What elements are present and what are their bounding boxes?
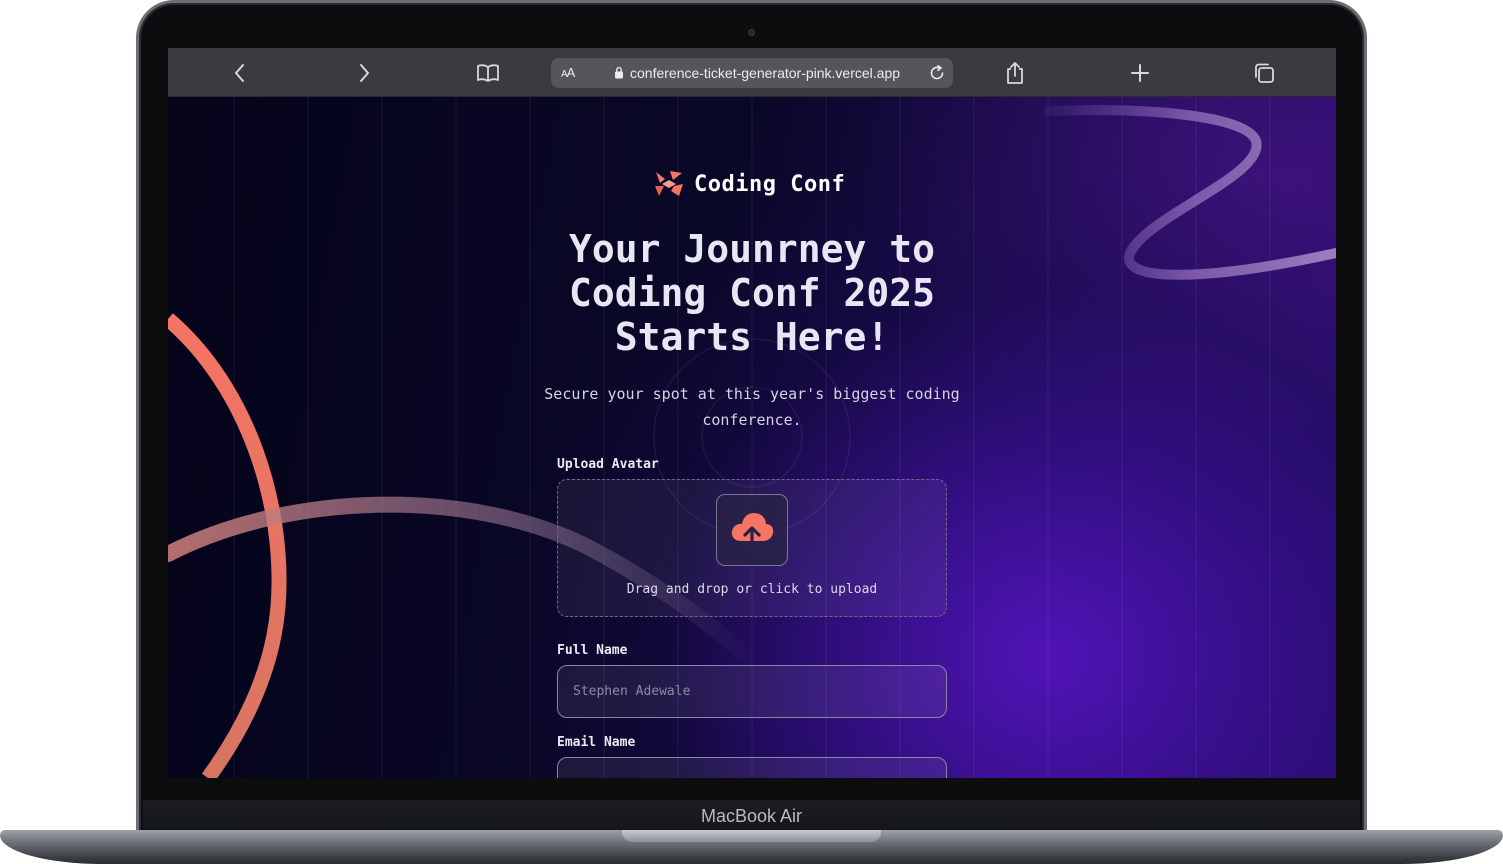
chevron-right-icon (360, 64, 369, 82)
dropzone-hint: Drag and drop or click to upload (626, 582, 878, 597)
web-page: Coding Conf Your Jounrney to Coding Conf… (168, 97, 1336, 778)
page-headline: Your Jounrney to Coding Conf 2025 Starts… (502, 227, 1002, 359)
email-input[interactable] (557, 757, 947, 778)
coding-conf-logo-icon (655, 171, 683, 196)
book-icon (477, 64, 499, 82)
reload-icon[interactable] (928, 64, 946, 82)
avatar-label: Upload Avatar (557, 457, 659, 472)
logo[interactable]: Coding Conf (654, 169, 845, 199)
address-bar[interactable]: AA conference-ticket-generator-pink.verc… (551, 58, 953, 88)
share-icon (1007, 62, 1023, 84)
full-name-input[interactable] (557, 665, 947, 718)
browser-window: AA conference-ticket-generator-pink.verc… (168, 48, 1336, 778)
cloud-upload-icon (731, 513, 774, 549)
page-subtitle: Secure your spot at this year's biggest … (544, 385, 960, 429)
device-brand-label: MacBook Air (700, 806, 803, 826)
full-name-label: Full Name (557, 643, 628, 658)
upload-icon-box[interactable] (716, 494, 788, 566)
browser-toolbar: AA conference-ticket-generator-pink.verc… (168, 48, 1336, 97)
chevron-left-icon (235, 64, 244, 82)
back-button[interactable] (227, 60, 253, 86)
lock-icon (615, 66, 623, 79)
forward-button[interactable] (351, 60, 377, 86)
headline-line: Your Jounrney to (568, 227, 936, 271)
new-tab-button[interactable] (1127, 60, 1153, 86)
email-label: Email Name (557, 735, 636, 750)
avatar-dropzone[interactable]: Drag and drop or click to upload (557, 479, 947, 617)
webcam (748, 29, 755, 36)
plus-icon (1131, 64, 1149, 82)
logo-text: Coding Conf (694, 171, 846, 197)
laptop-hinge-notch (622, 830, 881, 842)
tabs-icon (1255, 63, 1274, 83)
tabs-overview-button[interactable] (1251, 60, 1277, 86)
headline-line: Starts Here! (614, 315, 890, 359)
headline-line: Coding Conf 2025 (568, 271, 936, 315)
url-text: conference-ticket-generator-pink.vercel.… (630, 65, 901, 81)
share-button[interactable] (1002, 60, 1028, 86)
reader-mode-button[interactable]: AA (561, 65, 575, 80)
bookmarks-button[interactable] (475, 60, 501, 86)
